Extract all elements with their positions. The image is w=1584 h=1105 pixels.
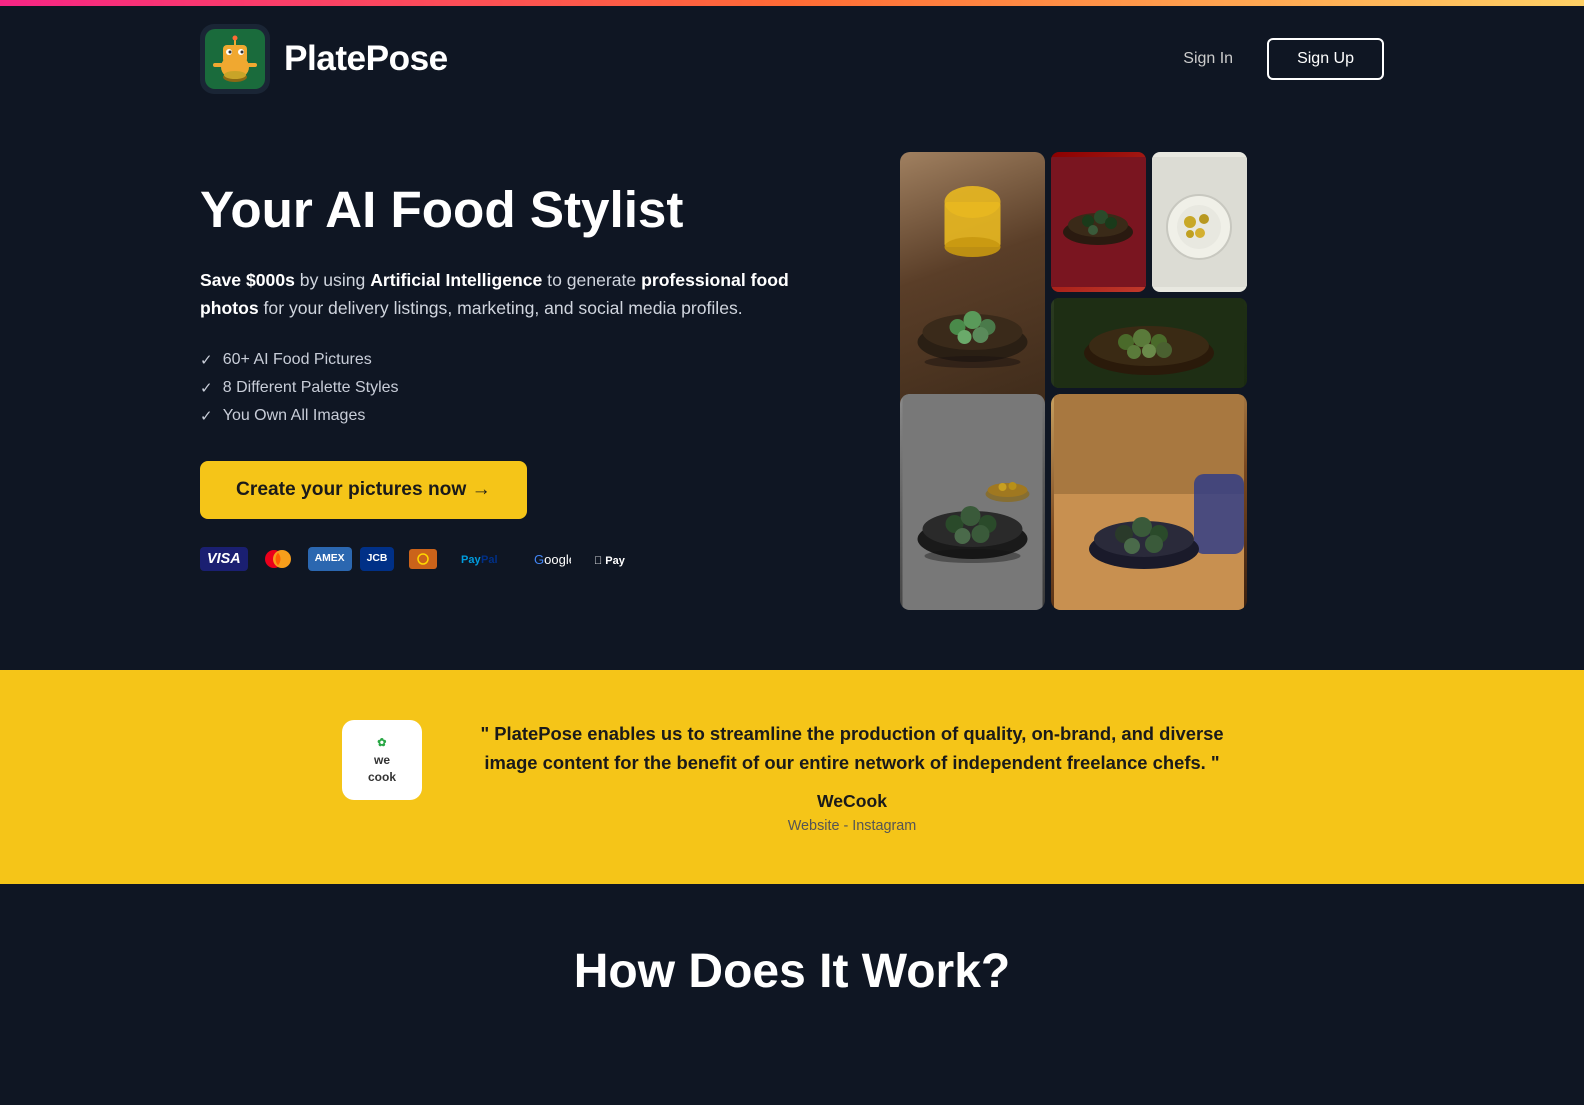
signin-button[interactable]: Sign In xyxy=(1169,42,1247,76)
food-photo-3 xyxy=(1152,152,1247,292)
hero-desc-for: for your delivery listings, marketing, a… xyxy=(259,298,743,318)
testimonial-links: Website - Instagram xyxy=(462,818,1242,834)
logo-icon xyxy=(200,24,270,94)
testimonial-content: " PlatePose enables us to streamline the… xyxy=(462,720,1242,834)
svg-text: Pay:  Pay xyxy=(594,555,626,567)
how-title: How Does It Work? xyxy=(200,944,1384,999)
feature-item-3: You Own All Images xyxy=(200,407,840,425)
hero-desc-by: by using xyxy=(295,270,370,290)
hero-photo-grid xyxy=(900,152,1280,610)
hero-desc-save: Save $000s xyxy=(200,270,295,290)
hero-features-list: 60+ AI Food Pictures 8 Different Palette… xyxy=(200,351,840,425)
amex-icon: AMEX xyxy=(308,547,352,571)
payment-icons: VISA AMEX JCB xyxy=(200,547,840,571)
hero-desc-ai: Artificial Intelligence xyxy=(370,270,542,290)
testimonial-separator: - xyxy=(843,818,852,834)
navbar: PlatePose Sign In Sign Up xyxy=(0,6,1584,112)
svg-text:Google: Google xyxy=(534,552,571,567)
wecook-logo: ✿ wecook xyxy=(342,720,422,800)
food-photo-4 xyxy=(1051,298,1247,388)
paypal-icon: Pay Pal xyxy=(452,547,518,571)
hero-desc-to-gen: to generate xyxy=(542,270,641,290)
how-section: How Does It Work? xyxy=(0,884,1584,1039)
testimonial-company-name: WeCook xyxy=(462,791,1242,812)
signup-button[interactable]: Sign Up xyxy=(1267,38,1384,80)
other-card-icon xyxy=(402,547,444,571)
gpay-icon: Google xyxy=(526,547,578,571)
hero-description: Save $000s by using Artificial Intellige… xyxy=(200,266,840,322)
nav-actions: Sign In Sign Up xyxy=(1169,38,1384,80)
logo-text: PlatePose xyxy=(284,39,448,79)
feature-item-2: 8 Different Palette Styles xyxy=(200,379,840,397)
visa-icon: VISA xyxy=(200,547,248,571)
cta-button[interactable]: Create your pictures now → xyxy=(200,461,527,519)
testimonial-inner: ✿ wecook " PlatePose enables us to strea… xyxy=(342,720,1242,834)
food-photo-6 xyxy=(1051,394,1247,610)
svg-text:Pal: Pal xyxy=(481,554,498,566)
hero-left: Your AI Food Stylist Save $000s by using… xyxy=(200,152,840,571)
testimonial-quote: " PlatePose enables us to streamline the… xyxy=(462,720,1242,777)
applepay-icon:  Pay xyxy=(586,547,652,571)
feature-item-1: 60+ AI Food Pictures xyxy=(200,351,840,369)
food-photo-5 xyxy=(900,394,1045,610)
testimonial-section: ✿ wecook " PlatePose enables us to strea… xyxy=(0,670,1584,884)
hero-title: Your AI Food Stylist xyxy=(200,182,840,238)
testimonial-website-link[interactable]: Website xyxy=(788,818,840,834)
svg-text:Pay: Pay xyxy=(461,554,481,566)
jcb-icon: JCB xyxy=(360,547,395,571)
logo-container: PlatePose xyxy=(200,24,448,94)
mastercard-icon xyxy=(256,547,300,571)
hero-section: Your AI Food Stylist Save $000s by using… xyxy=(0,112,1584,670)
testimonial-instagram-link[interactable]: Instagram xyxy=(852,818,916,834)
food-photo-2 xyxy=(1051,152,1146,292)
